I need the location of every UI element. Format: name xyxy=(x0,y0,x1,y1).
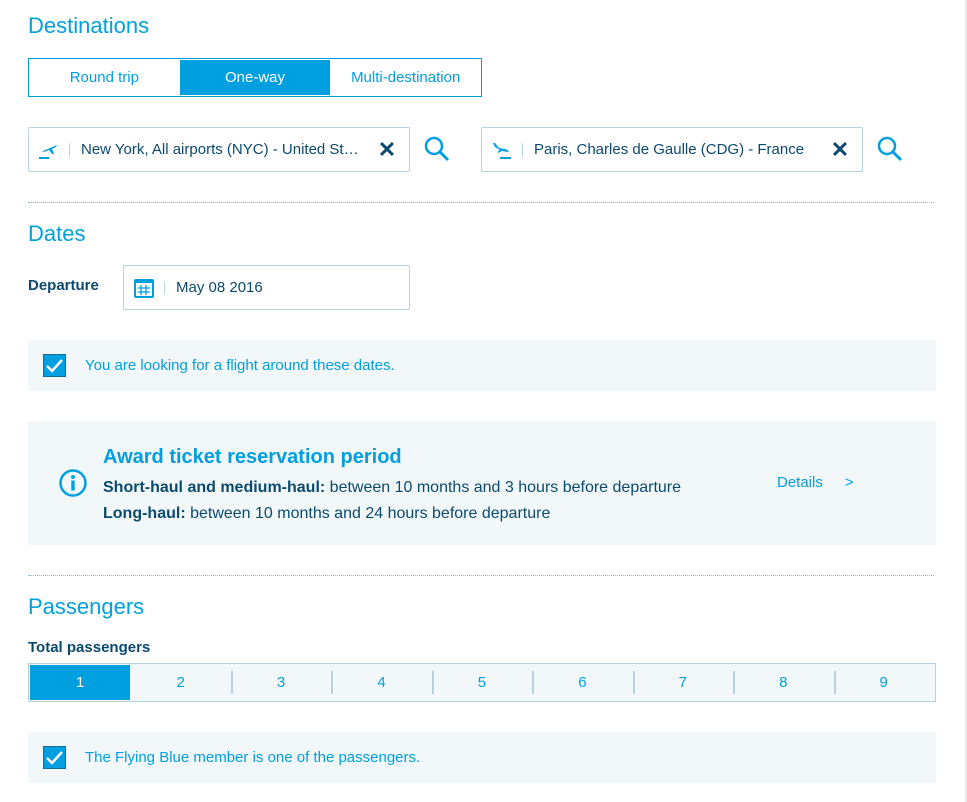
details-label: Details xyxy=(777,474,823,491)
award-info-line-2: Long-haul: between 10 months and 24 hour… xyxy=(103,505,550,523)
check-icon xyxy=(46,359,63,373)
divider xyxy=(28,575,934,576)
passenger-option-1[interactable]: 1 xyxy=(30,665,131,700)
award-info-panel: Award ticket reservation period Short-ha… xyxy=(28,421,936,545)
passenger-option-9[interactable]: 9 xyxy=(833,665,934,700)
departure-date-value: May 08 2016 xyxy=(176,279,263,296)
passenger-option-8[interactable]: 8 xyxy=(733,665,833,700)
tab-one-way[interactable]: One-way xyxy=(179,60,331,95)
flexible-dates-panel: You are looking for a flight around thes… xyxy=(28,340,936,391)
plane-landing-icon xyxy=(482,139,522,161)
short-haul-text: between 10 months and 3 hours before dep… xyxy=(325,479,682,496)
passenger-option-4[interactable]: 4 xyxy=(331,665,431,700)
check-icon xyxy=(46,751,63,765)
divider xyxy=(522,142,523,157)
info-icon xyxy=(59,469,87,497)
clear-origin-icon[interactable]: ✕ xyxy=(365,137,409,163)
passenger-option-5[interactable]: 5 xyxy=(431,665,532,700)
passenger-option-2[interactable]: 2 xyxy=(130,665,230,700)
tab-multi-destination[interactable]: Multi-destination xyxy=(330,59,481,96)
passenger-option-7[interactable]: 7 xyxy=(632,665,733,700)
departure-date-field[interactable]: May 08 2016 xyxy=(123,265,410,310)
member-checkbox[interactable] xyxy=(43,746,66,769)
clear-destination-icon[interactable]: ✕ xyxy=(818,137,862,163)
divider xyxy=(28,202,934,203)
divider xyxy=(164,280,165,295)
plane-takeoff-icon xyxy=(29,139,69,161)
award-info-title: Award ticket reservation period xyxy=(103,446,402,468)
departure-label: Departure xyxy=(28,277,99,294)
award-info-line-1: Short-haul and medium-haul: between 10 m… xyxy=(103,479,681,497)
member-label: The Flying Blue member is one of the pas… xyxy=(85,749,421,766)
trip-type-selector: Round trip One-way Multi-destination xyxy=(28,58,482,97)
origin-value: New York, All airports (NYC) - United St… xyxy=(81,141,359,158)
tab-round-trip[interactable]: Round trip xyxy=(29,59,180,96)
long-haul-label: Long-haul: xyxy=(103,505,186,522)
passenger-count-selector: 1 2 3 4 5 6 7 8 9 xyxy=(28,663,936,702)
member-panel: The Flying Blue member is one of the pas… xyxy=(28,732,936,783)
flexible-dates-checkbox[interactable] xyxy=(43,354,66,377)
origin-field[interactable]: New York, All airports (NYC) - United St… xyxy=(28,127,410,172)
search-origin-icon[interactable] xyxy=(423,135,453,165)
calendar-icon xyxy=(124,277,164,299)
passengers-heading: Passengers xyxy=(28,594,145,619)
flexible-dates-label: You are looking for a flight around thes… xyxy=(85,357,395,374)
divider xyxy=(69,142,70,157)
passenger-option-3[interactable]: 3 xyxy=(230,665,331,700)
total-passengers-label: Total passengers xyxy=(28,639,151,656)
destination-value: Paris, Charles de Gaulle (CDG) - France xyxy=(534,141,805,158)
search-destination-icon[interactable] xyxy=(876,135,906,165)
destination-field[interactable]: Paris, Charles de Gaulle (CDG) - France … xyxy=(481,127,863,172)
short-haul-label: Short-haul and medium-haul: xyxy=(103,479,326,496)
destinations-heading: Destinations xyxy=(28,13,150,38)
passenger-option-6[interactable]: 6 xyxy=(532,665,632,700)
details-link[interactable]: Details > xyxy=(777,474,854,491)
dates-heading: Dates xyxy=(28,221,86,246)
long-haul-text: between 10 months and 24 hours before de… xyxy=(185,505,551,522)
chevron-right-icon: > xyxy=(844,474,854,491)
